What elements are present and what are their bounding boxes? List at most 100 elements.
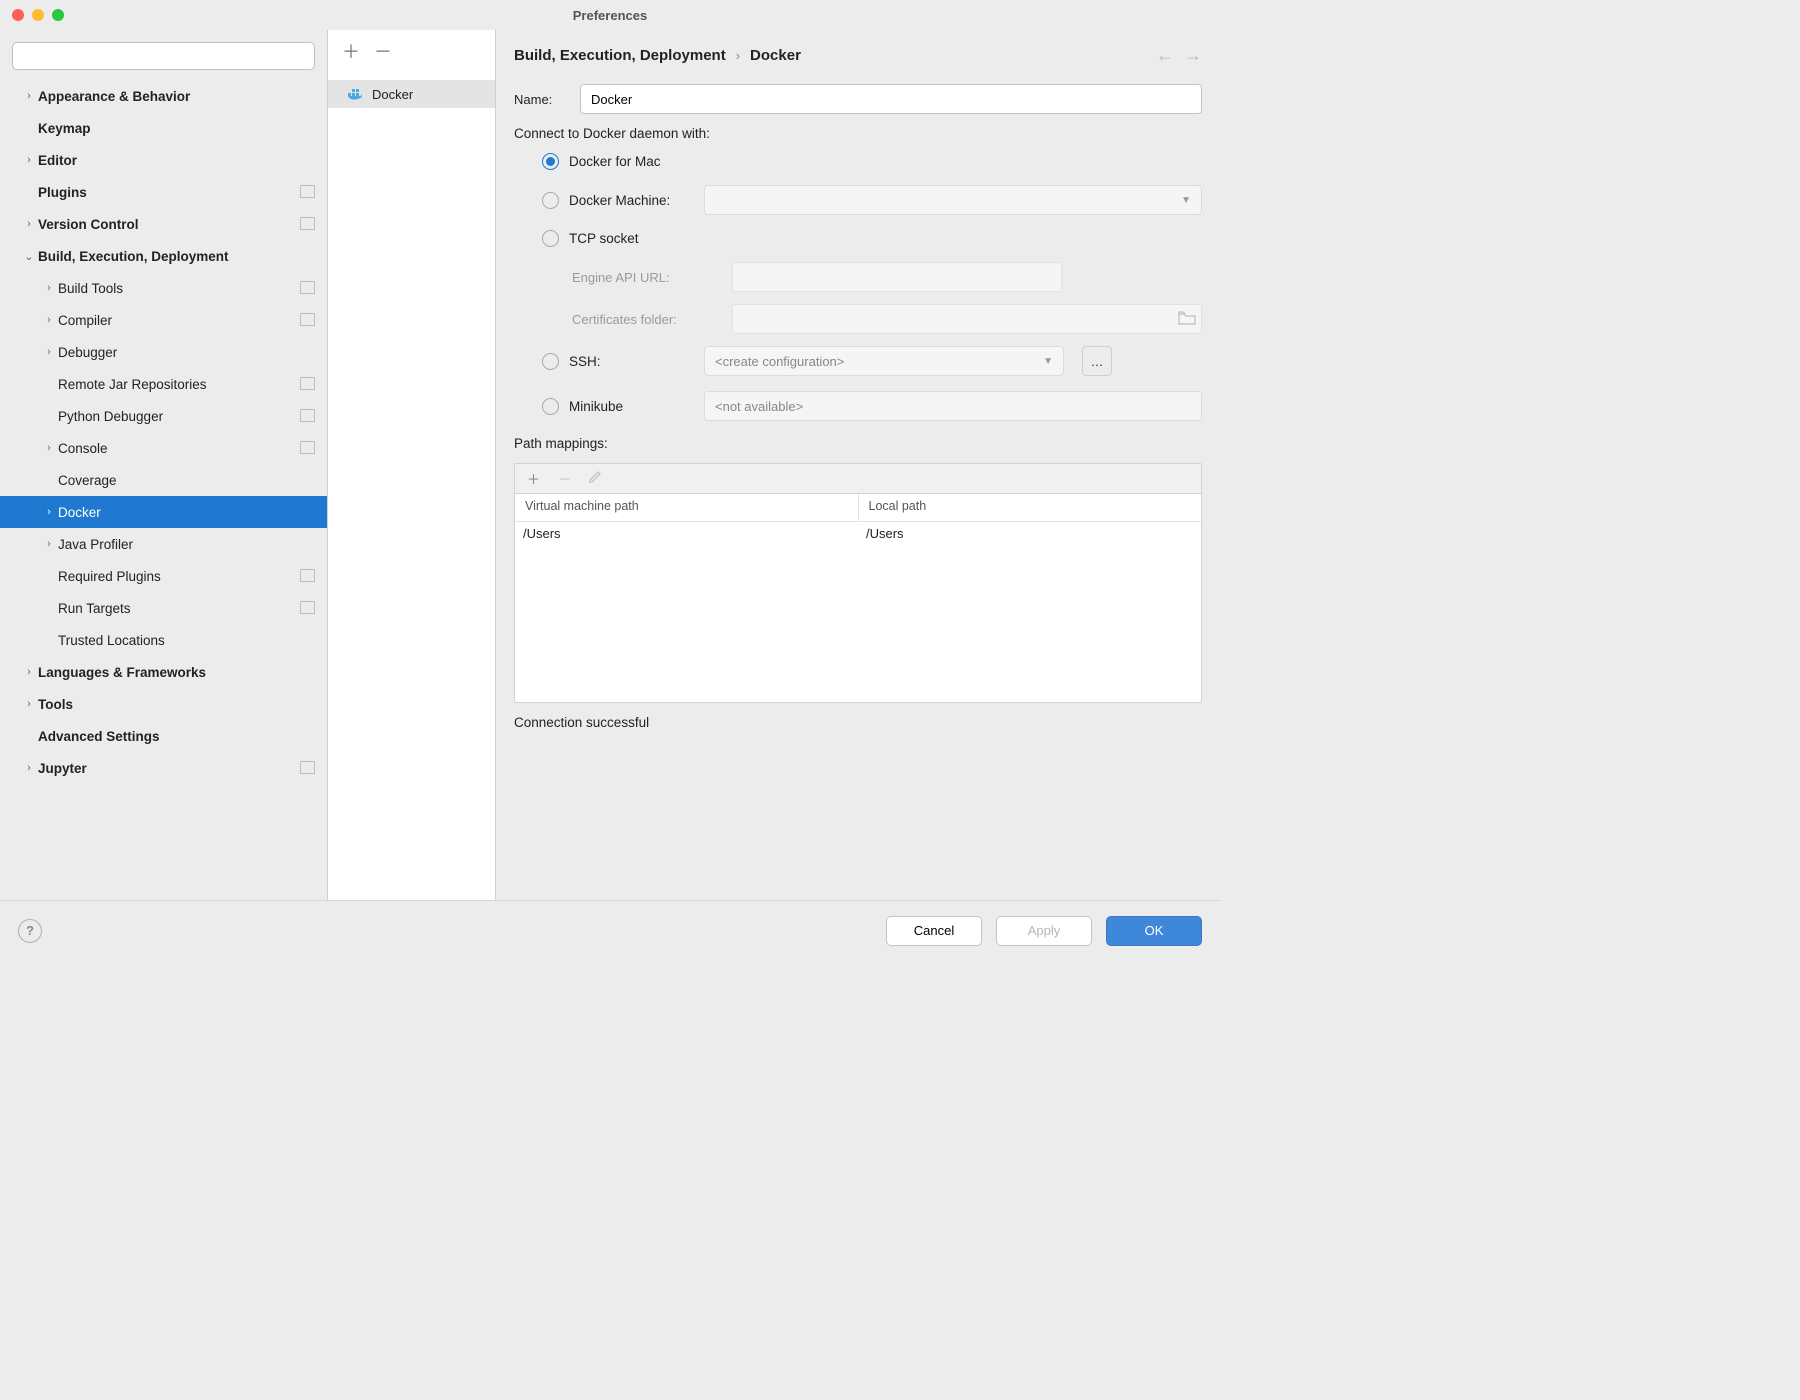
folder-icon[interactable] bbox=[1179, 312, 1195, 327]
radio-ssh[interactable] bbox=[542, 353, 559, 370]
expand-arrow-icon[interactable]: › bbox=[40, 282, 58, 294]
expand-arrow-icon[interactable]: › bbox=[20, 154, 38, 166]
connect-label: Connect to Docker daemon with: bbox=[514, 126, 1202, 141]
sidebar-item-build-tools[interactable]: ›Build Tools bbox=[0, 272, 327, 304]
sidebar-item-remote-jar-repositories[interactable]: Remote Jar Repositories bbox=[0, 368, 327, 400]
sidebar-item-label: Required Plugins bbox=[58, 569, 302, 584]
sidebar-item-console[interactable]: ›Console bbox=[0, 432, 327, 464]
project-level-icon bbox=[302, 315, 315, 326]
sidebar-item-run-targets[interactable]: Run Targets bbox=[0, 592, 327, 624]
project-level-icon bbox=[302, 379, 315, 390]
ok-button[interactable]: OK bbox=[1106, 916, 1202, 946]
sidebar-item-label: Languages & Frameworks bbox=[38, 665, 327, 680]
sidebar-item-languages-frameworks[interactable]: ›Languages & Frameworks bbox=[0, 656, 327, 688]
remove-mapping-button[interactable]: － bbox=[558, 469, 571, 488]
sidebar-item-label: Tools bbox=[38, 697, 327, 712]
name-row: Name: bbox=[514, 84, 1202, 114]
sidebar-item-label: Coverage bbox=[58, 473, 327, 488]
radio-label: Minikube bbox=[569, 399, 694, 414]
breadcrumb-parent[interactable]: Build, Execution, Deployment bbox=[514, 47, 726, 64]
expand-arrow-icon[interactable]: › bbox=[20, 698, 38, 710]
ssh-combo[interactable]: <create configuration> ▼ bbox=[704, 346, 1064, 376]
edit-mapping-button[interactable] bbox=[589, 471, 601, 486]
expand-arrow-icon[interactable]: › bbox=[20, 666, 38, 678]
project-level-icon bbox=[302, 411, 315, 422]
servers-toolbar: ＋ － bbox=[328, 30, 495, 80]
add-mapping-button[interactable]: ＋ bbox=[527, 469, 540, 488]
radio-tcp[interactable] bbox=[542, 230, 559, 247]
minimize-icon[interactable] bbox=[32, 9, 44, 21]
sidebar-item-advanced-settings[interactable]: Advanced Settings bbox=[0, 720, 327, 752]
sidebar-item-debugger[interactable]: ›Debugger bbox=[0, 336, 327, 368]
sidebar-item-keymap[interactable]: Keymap bbox=[0, 112, 327, 144]
minikube-value: <not available> bbox=[715, 399, 803, 414]
breadcrumb-current: Docker bbox=[750, 47, 801, 64]
expand-arrow-icon[interactable]: › bbox=[40, 442, 58, 454]
name-input[interactable] bbox=[580, 84, 1202, 114]
radio-docker-for-mac[interactable] bbox=[542, 153, 559, 170]
option-ssh[interactable]: SSH: <create configuration> ▼ … bbox=[542, 346, 1202, 376]
cert-folder-input[interactable] bbox=[732, 304, 1202, 334]
expand-arrow-icon[interactable]: › bbox=[40, 506, 58, 518]
expand-arrow-icon[interactable]: › bbox=[40, 314, 58, 326]
docker-servers-list: ＋ － Docker bbox=[328, 30, 496, 900]
sidebar-item-label: Remote Jar Repositories bbox=[58, 377, 302, 392]
cancel-button[interactable]: Cancel bbox=[886, 916, 982, 946]
engine-url-row: Engine API URL: bbox=[572, 262, 1202, 292]
ssh-config-button[interactable]: … bbox=[1082, 346, 1112, 376]
expand-arrow-icon[interactable]: › bbox=[40, 346, 58, 358]
footer-actions: Cancel Apply OK bbox=[886, 916, 1202, 946]
sidebar-item-label: Java Profiler bbox=[58, 537, 327, 552]
expand-arrow-icon[interactable]: › bbox=[20, 762, 38, 774]
expand-arrow-icon[interactable]: › bbox=[20, 90, 38, 102]
sidebar-item-appearance-behavior[interactable]: ›Appearance & Behavior bbox=[0, 80, 327, 112]
minikube-field: <not available> bbox=[704, 391, 1202, 421]
project-level-icon bbox=[302, 763, 315, 774]
expand-arrow-icon[interactable]: › bbox=[40, 538, 58, 550]
sidebar-item-compiler[interactable]: ›Compiler bbox=[0, 304, 327, 336]
docker-icon bbox=[348, 87, 366, 101]
sidebar-item-jupyter[interactable]: ›Jupyter bbox=[0, 752, 327, 784]
radio-docker-machine[interactable] bbox=[542, 192, 559, 209]
window-controls bbox=[12, 9, 64, 21]
forward-icon[interactable]: → bbox=[1184, 45, 1202, 66]
option-docker-machine[interactable]: Docker Machine: ▼ bbox=[542, 185, 1202, 215]
sidebar-item-java-profiler[interactable]: ›Java Profiler bbox=[0, 528, 327, 560]
add-server-button[interactable]: ＋ bbox=[342, 38, 360, 64]
expand-arrow-icon[interactable]: › bbox=[20, 218, 38, 230]
sidebar-item-version-control[interactable]: ›Version Control bbox=[0, 208, 327, 240]
sidebar-item-coverage[interactable]: Coverage bbox=[0, 464, 327, 496]
sidebar-item-label: Build, Execution, Deployment bbox=[38, 249, 327, 264]
sidebar-item-docker[interactable]: ›Docker bbox=[0, 496, 327, 528]
sidebar-item-required-plugins[interactable]: Required Plugins bbox=[0, 560, 327, 592]
search-wrap: ▾ bbox=[0, 36, 327, 80]
sidebar-item-plugins[interactable]: Plugins bbox=[0, 176, 327, 208]
help-button[interactable]: ? bbox=[18, 919, 42, 943]
radio-label: TCP socket bbox=[569, 231, 694, 246]
option-minikube[interactable]: Minikube <not available> bbox=[542, 391, 1202, 421]
table-row[interactable]: /Users /Users bbox=[515, 522, 1201, 550]
close-icon[interactable] bbox=[12, 9, 24, 21]
expand-arrow-icon[interactable]: ⌄ bbox=[20, 250, 38, 263]
sidebar-item-trusted-locations[interactable]: Trusted Locations bbox=[0, 624, 327, 656]
sidebar-item-build-execution-deployment[interactable]: ⌄Build, Execution, Deployment bbox=[0, 240, 327, 272]
option-docker-for-mac[interactable]: Docker for Mac bbox=[542, 153, 1202, 170]
cert-folder-label: Certificates folder: bbox=[572, 312, 722, 327]
chevron-down-icon: ▼ bbox=[1043, 356, 1053, 367]
server-item-docker[interactable]: Docker bbox=[328, 80, 495, 108]
option-tcp-socket[interactable]: TCP socket bbox=[542, 230, 1202, 247]
docker-machine-combo[interactable]: ▼ bbox=[704, 185, 1202, 215]
engine-url-input[interactable] bbox=[732, 262, 1062, 292]
sidebar-item-editor[interactable]: ›Editor bbox=[0, 144, 327, 176]
content: ▾ ›Appearance & BehaviorKeymap›EditorPlu… bbox=[0, 30, 1220, 900]
back-icon[interactable]: ← bbox=[1156, 45, 1174, 66]
radio-minikube[interactable] bbox=[542, 398, 559, 415]
zoom-icon[interactable] bbox=[52, 9, 64, 21]
remove-server-button[interactable]: － bbox=[374, 38, 392, 64]
search-input[interactable] bbox=[12, 42, 315, 70]
sidebar-item-tools[interactable]: ›Tools bbox=[0, 688, 327, 720]
sidebar-item-label: Run Targets bbox=[58, 601, 302, 616]
engine-url-label: Engine API URL: bbox=[572, 270, 722, 285]
apply-button[interactable]: Apply bbox=[996, 916, 1092, 946]
sidebar-item-python-debugger[interactable]: Python Debugger bbox=[0, 400, 327, 432]
